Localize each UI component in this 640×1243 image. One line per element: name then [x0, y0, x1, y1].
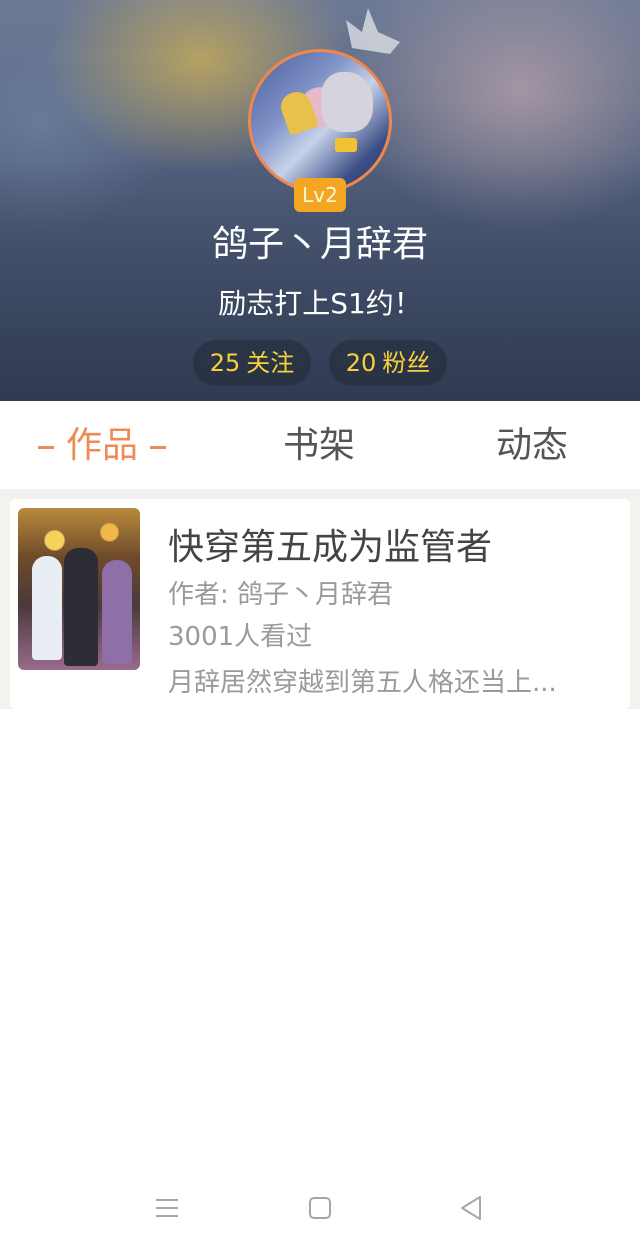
menu-icon[interactable] [148, 1188, 188, 1228]
tab-moments[interactable]: 动态 [496, 421, 576, 471]
tab-works-label: 作品 [66, 425, 139, 466]
tab-works[interactable]: 作品 [38, 421, 178, 471]
fans-label: 粉丝 [382, 349, 431, 377]
tab-indicator-left [38, 445, 54, 449]
profile-header: Lv2 鸽子丶月辞君 励志打上S1约！ 25 关注 20 粉丝 [0, 0, 640, 401]
user-bio: 励志打上S1约！ [218, 287, 422, 320]
username: 鸽子丶月辞君 [211, 224, 428, 265]
following-button[interactable]: 25 关注 [193, 340, 311, 386]
avatar[interactable] [248, 49, 392, 193]
book-cover-image[interactable] [18, 508, 140, 670]
tab-indicator-right [150, 445, 167, 449]
following-count: 25 [209, 349, 241, 377]
avatar-image [248, 49, 392, 193]
book-title[interactable]: 快穿第五成为监管者 [168, 526, 492, 570]
book-views: 3001人看过 [168, 622, 313, 652]
fans-count: 20 [345, 349, 377, 377]
book-description: 月辞居然穿越到第五人格还当上... [168, 668, 557, 698]
fans-button[interactable]: 20 粉丝 [329, 340, 447, 386]
profile-tabs: 作品 书架 动态 [0, 401, 640, 489]
book-author: 作者: 鸽子丶月辞君 [168, 580, 394, 610]
home-icon[interactable] [300, 1188, 340, 1228]
tab-bookshelf[interactable]: 书架 [283, 421, 363, 471]
following-label: 关注 [246, 349, 295, 377]
back-icon[interactable] [452, 1188, 492, 1228]
system-nav-bar [0, 1170, 640, 1243]
level-badge: Lv2 [294, 178, 346, 212]
